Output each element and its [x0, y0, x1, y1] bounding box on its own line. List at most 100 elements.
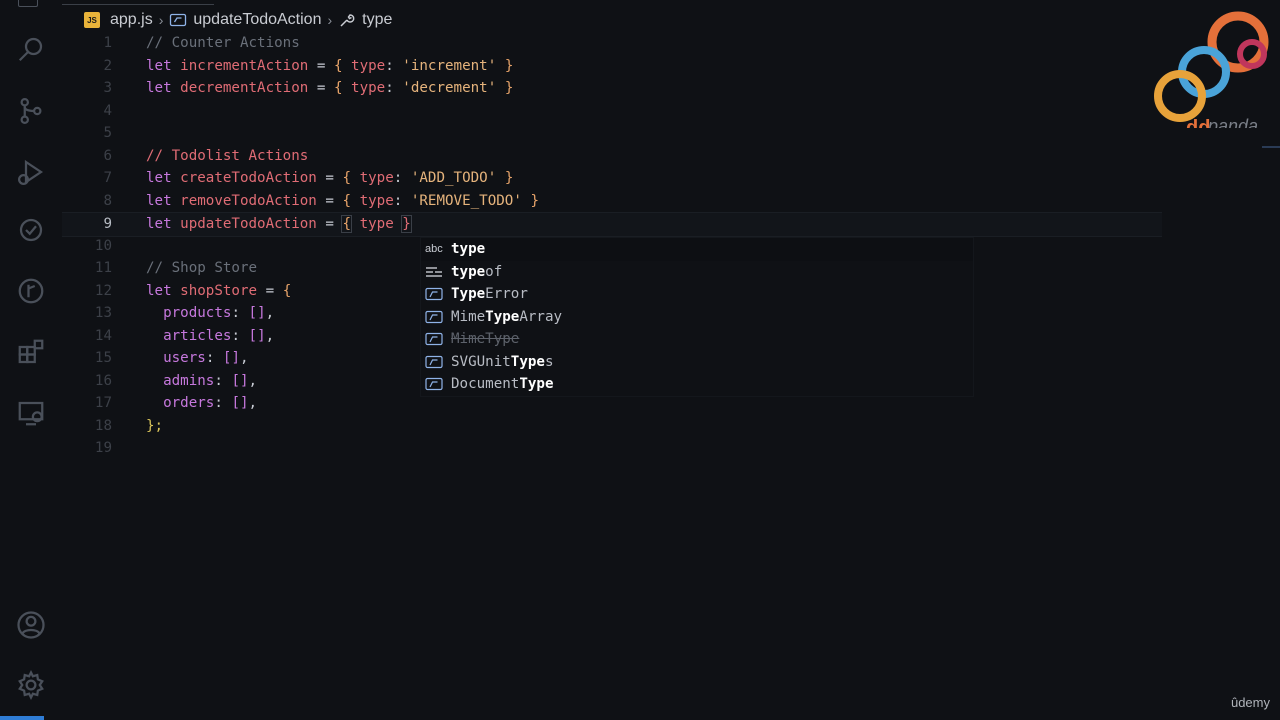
account-icon[interactable] [14, 608, 48, 642]
line-number: 8 [103, 192, 112, 209]
line-number: 19 [94, 440, 112, 457]
settings-gear-icon[interactable] [14, 668, 48, 702]
line-number: 18 [94, 417, 112, 434]
remote-icon[interactable] [14, 213, 48, 247]
variable-icon [169, 12, 187, 28]
punct: : [393, 192, 403, 209]
variable-icon [425, 355, 447, 369]
property: type [351, 80, 386, 97]
text-word-icon: abc [425, 243, 443, 256]
suggestion-rest: s [544, 353, 554, 370]
property: orders [163, 395, 215, 412]
array: [] [231, 395, 249, 412]
code-line: 3 let decrementAction = { type: 'decreme… [62, 77, 1162, 100]
suggestion-item[interactable]: abc type [421, 238, 973, 261]
brace: } [504, 170, 514, 187]
suggestion-prefix: Document [451, 376, 520, 393]
line-number: 2 [103, 57, 112, 74]
brace: { [342, 170, 352, 187]
string: 'increment' [402, 57, 497, 74]
suggestion-match: Type [451, 286, 486, 303]
punct: : [385, 80, 394, 97]
line-number: 6 [103, 147, 112, 164]
suggestion-item-deprecated[interactable]: MimeType [421, 328, 973, 351]
suggestion-item[interactable]: Document Type [421, 373, 973, 396]
run-debug-icon[interactable] [14, 155, 48, 189]
code-line: 8 let removeTodoAction = { type: 'REMOVE… [62, 190, 1162, 213]
identifier: incrementAction [180, 57, 309, 74]
keyword-icon [425, 265, 447, 279]
line-number: 17 [94, 395, 112, 412]
identifier: shopStore [180, 282, 258, 299]
udemy-watermark: ûdemy [1230, 695, 1270, 710]
line-number: 9 [103, 216, 112, 233]
property: users [163, 350, 206, 367]
string: 'REMOVE_TODO' [410, 192, 522, 209]
brace: { [342, 192, 352, 209]
remote-explorer-icon[interactable] [14, 396, 48, 430]
operator: = [325, 216, 334, 233]
svg-text:dd: dd [1186, 117, 1210, 128]
identifier: updateTodoAction [180, 216, 317, 233]
punct: : [214, 395, 223, 412]
punct: : [231, 327, 240, 344]
suggestion-match: Type [519, 376, 554, 393]
operator: = [325, 192, 334, 209]
code-line: 7 let createTodoAction = { type: 'ADD_TO… [62, 167, 1162, 190]
array: [] [248, 305, 266, 322]
chevron-right-icon: › [327, 12, 333, 28]
code-line: 5 [62, 122, 1162, 145]
code-line-current: 9 let updateTodoAction = { type } [62, 212, 1162, 237]
breadcrumb-property[interactable]: type [362, 11, 392, 29]
brace: } [401, 215, 412, 234]
brace: }; [146, 417, 164, 434]
suggestion-match: Type [510, 353, 545, 370]
breadcrumb-file[interactable]: app.js [110, 11, 153, 29]
line-number: 16 [94, 372, 112, 389]
vscode-window: JS app.js › updateTodoAction › type 1 //… [0, 0, 1280, 720]
keyword: let [146, 282, 172, 299]
chevron-right-icon: › [158, 12, 164, 28]
comment: // Shop Store [146, 260, 258, 277]
keyword: let [146, 57, 172, 74]
variable-icon [425, 377, 447, 391]
suggestion-item[interactable]: SVGUnit Type s [421, 351, 973, 374]
variable-icon [425, 310, 447, 324]
keyword: let [146, 216, 172, 233]
line-number: 13 [94, 305, 112, 322]
code-line: 1 // Counter Actions [62, 32, 1162, 55]
suggestion-prefix: SVGUnit [451, 353, 511, 370]
extensions-icon[interactable] [14, 335, 48, 369]
punct: : [393, 170, 403, 187]
line-number: 7 [103, 170, 112, 187]
suggestion-item[interactable]: Mime Type Array [421, 306, 973, 329]
svg-text:panda: panda [1207, 116, 1258, 128]
property: type [359, 216, 394, 233]
search-icon[interactable] [14, 32, 48, 66]
line-number: 5 [103, 125, 112, 142]
brace: } [504, 57, 514, 74]
variable-icon [425, 332, 447, 346]
line-number: 3 [103, 80, 112, 97]
comment: // Todolist Actions [146, 147, 309, 164]
keyword: let [146, 170, 172, 187]
git-graph-icon[interactable] [14, 274, 48, 308]
explorer-icon[interactable] [18, 0, 38, 7]
line-number: 10 [94, 237, 112, 254]
brace: } [504, 80, 514, 97]
variable-icon [425, 287, 447, 301]
wrench-icon [338, 12, 356, 28]
tab-underline [62, 4, 214, 5]
suggestion-item[interactable]: Type Error [421, 283, 973, 306]
code-line: 18 }; [62, 415, 1162, 438]
property: type [359, 170, 394, 187]
code-line: 6 // Todolist Actions [62, 145, 1162, 168]
autocomplete-suggestions[interactable]: abc type type of Type Error Mime Type Array [420, 237, 974, 397]
suggestion-item[interactable]: type of [421, 261, 973, 284]
array: [] [248, 327, 266, 344]
active-indicator [0, 716, 44, 720]
breadcrumb-symbol[interactable]: updateTodoAction [193, 11, 321, 29]
property: type [351, 57, 386, 74]
operator: = [325, 170, 334, 187]
source-control-icon[interactable] [14, 94, 48, 128]
